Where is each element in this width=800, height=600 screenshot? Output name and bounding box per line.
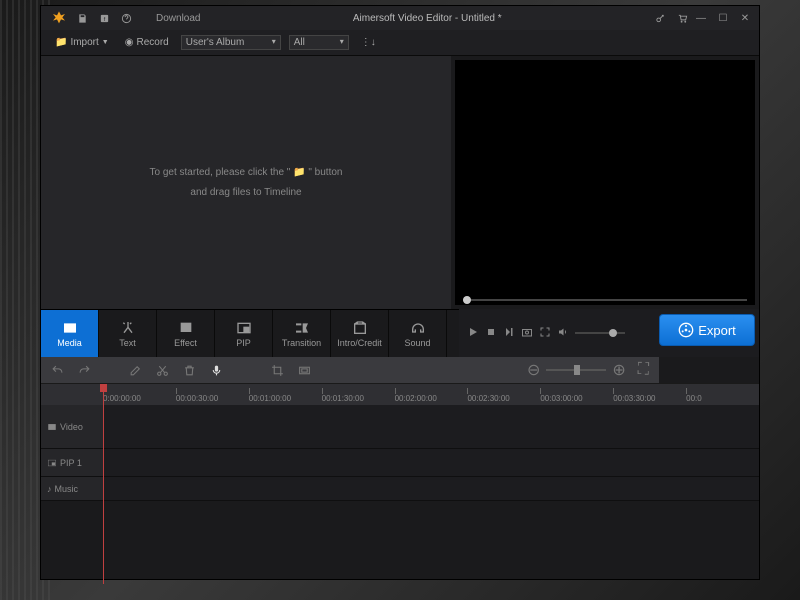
delete-button[interactable]: [183, 364, 196, 377]
tab-media[interactable]: Media: [41, 310, 99, 357]
titlebar: f Download Aimersoft Video Editor - Unti…: [41, 6, 759, 30]
tab-effect[interactable]: Effect: [157, 310, 215, 357]
timeline-ruler[interactable]: 0:00:00:00 00:00:30:00 00:01:00:00 00:01…: [41, 383, 759, 405]
zoom-out-button[interactable]: ⊖: [527, 360, 540, 380]
aspect-button[interactable]: [298, 364, 311, 377]
filter-select[interactable]: All: [289, 35, 349, 50]
preview-viewport[interactable]: [455, 60, 755, 305]
ruler-mark: 00:02:30:00: [467, 384, 540, 405]
ruler-mark: 00:03:30:00: [613, 384, 686, 405]
track-head-video[interactable]: Video: [41, 405, 103, 448]
ruler-mark: 00:00:30:00: [176, 384, 249, 405]
record-button[interactable]: ◉ Record: [121, 35, 173, 50]
play-button[interactable]: [467, 326, 479, 340]
zoom-slider[interactable]: [546, 369, 606, 371]
window-title: Aimersoft Video Editor - Untitled *: [205, 13, 649, 24]
zoom-in-button[interactable]: ⊕: [612, 360, 625, 380]
step-button[interactable]: [503, 326, 515, 340]
minimize-button[interactable]: —: [693, 13, 709, 24]
help-icon[interactable]: [116, 9, 136, 27]
app-logo: [47, 6, 71, 30]
tab-text[interactable]: Text: [99, 310, 157, 357]
resource-tabs: Media Text Effect PIP Transition Intro/C…: [41, 309, 459, 357]
album-select[interactable]: User's Album: [181, 35, 281, 50]
track-body-pip[interactable]: [103, 449, 759, 476]
track-pip: PIP 1: [41, 449, 759, 477]
hint-line-1: To get started, please click the " 📁 " b…: [150, 163, 343, 183]
export-button[interactable]: Export: [659, 314, 755, 346]
track-music: ♪Music: [41, 477, 759, 501]
ruler-mark: 0:00:00:00: [103, 384, 176, 405]
import-button[interactable]: 📁 Import ▼: [51, 35, 113, 50]
preview-panel: [455, 60, 755, 305]
undo-button[interactable]: [51, 364, 64, 377]
ruler-mark: 00:01:00:00: [249, 384, 322, 405]
download-button[interactable]: Download: [138, 9, 204, 27]
redo-button[interactable]: [78, 364, 91, 377]
crop-button[interactable]: [271, 364, 284, 377]
fullscreen-button[interactable]: [539, 326, 551, 340]
media-library[interactable]: To get started, please click the " 📁 " b…: [41, 56, 451, 309]
facebook-icon[interactable]: f: [94, 9, 114, 27]
volume-slider[interactable]: [575, 332, 625, 334]
cart-icon[interactable]: [672, 9, 692, 27]
tab-sound[interactable]: Sound: [389, 310, 447, 357]
sort-button[interactable]: ⋮↓: [357, 35, 380, 50]
ruler-mark: 00:02:00:00: [395, 384, 468, 405]
maximize-button[interactable]: ☐: [715, 13, 731, 24]
media-toolbar: 📁 Import ▼ ◉ Record User's Album All ⋮↓: [41, 30, 759, 56]
track-video: Video: [41, 405, 759, 449]
zoom-fit-button[interactable]: ⛶: [638, 361, 649, 379]
tab-transition[interactable]: Transition: [273, 310, 331, 357]
playhead[interactable]: [103, 384, 104, 584]
cut-button[interactable]: [156, 364, 169, 377]
ruler-mark: 00:0: [686, 384, 759, 405]
snapshot-button[interactable]: [521, 326, 533, 340]
tab-pip[interactable]: PIP: [215, 310, 273, 357]
preview-scrubber[interactable]: [463, 299, 747, 301]
ruler-mark: 00:01:30:00: [322, 384, 395, 405]
voiceover-button[interactable]: [210, 364, 223, 377]
track-head-music[interactable]: ♪Music: [41, 477, 103, 500]
ruler-mark: 00:03:00:00: [540, 384, 613, 405]
close-button[interactable]: ✕: [737, 13, 753, 24]
timeline-tracks: Video PIP 1 ♪Music: [41, 405, 759, 579]
stop-button[interactable]: [485, 326, 497, 340]
track-body-music[interactable]: [103, 477, 759, 500]
timeline-tools: ⊖ ⊕ ⛶: [41, 357, 659, 383]
edit-button[interactable]: [129, 364, 142, 377]
volume-icon[interactable]: [557, 326, 569, 340]
key-icon[interactable]: [650, 9, 670, 27]
track-body-video[interactable]: [103, 405, 759, 448]
hint-line-2: and drag files to Timeline: [150, 183, 343, 203]
music-icon: ♪: [47, 484, 52, 494]
download-label: Download: [156, 13, 200, 24]
app-window: f Download Aimersoft Video Editor - Unti…: [40, 5, 760, 580]
tab-intro[interactable]: Intro/Credit: [331, 310, 389, 357]
track-head-pip[interactable]: PIP 1: [41, 449, 103, 476]
save-icon[interactable]: [72, 9, 92, 27]
